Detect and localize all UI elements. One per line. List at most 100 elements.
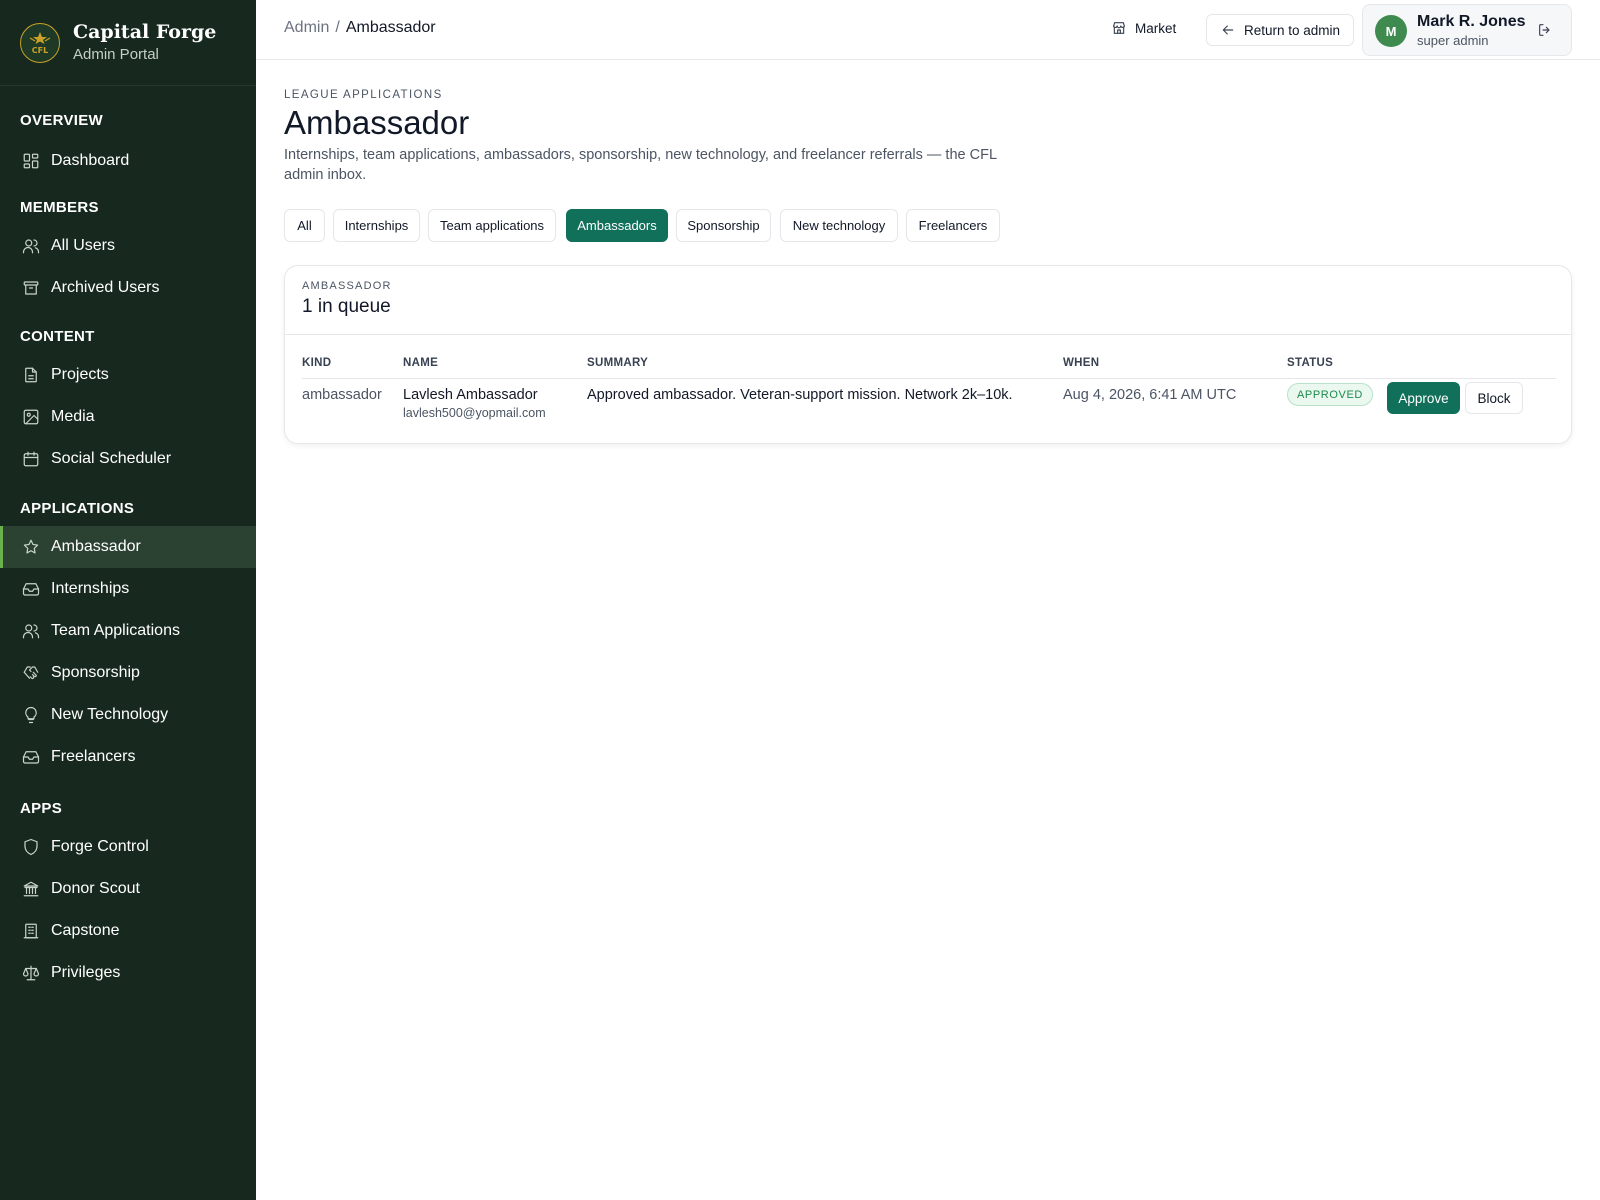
- brand-name: Capital Forge: [73, 21, 217, 43]
- tab-all[interactable]: All: [284, 209, 325, 242]
- tab-freelancers[interactable]: Freelancers: [906, 209, 1000, 242]
- sidebar-item-label: Ambassador: [51, 538, 141, 555]
- divider: [302, 378, 1556, 379]
- sidebar-item-label: Sponsorship: [51, 664, 140, 681]
- sidebar-item-label: Media: [51, 408, 95, 425]
- logout-icon[interactable]: [1537, 22, 1553, 43]
- sidebar-item-dashboard[interactable]: Dashboard: [0, 140, 256, 182]
- sidebar-item-label: New Technology: [51, 706, 169, 723]
- nav-section-overview: OVERVIEW: [20, 112, 103, 129]
- row-email: lavlesh500@yopmail.com: [403, 406, 546, 420]
- sidebar-item-label: Archived Users: [51, 279, 160, 296]
- sidebar-item-label: Donor Scout: [51, 880, 140, 897]
- column-header-name: NAME: [403, 357, 439, 369]
- svg-text:CFL: CFL: [32, 46, 48, 55]
- divider: [285, 334, 1571, 335]
- user-menu[interactable]: M Mark R. Jones super admin: [1362, 4, 1572, 56]
- sidebar-item-new-technology[interactable]: New Technology: [0, 694, 256, 736]
- sidebar-item-label: Social Scheduler: [51, 450, 172, 467]
- sidebar-item-projects[interactable]: Projects: [0, 354, 256, 396]
- breadcrumb-separator: /: [335, 19, 340, 36]
- status-badge: APPROVED: [1287, 383, 1373, 406]
- arrow-left-icon: [1222, 25, 1234, 35]
- queue-eyebrow: AMBASSADOR: [302, 280, 392, 292]
- brand-logo: CFL: [20, 22, 60, 63]
- image-icon: [23, 409, 39, 425]
- lightbulb-icon: [25, 706, 37, 724]
- tab-ambassadors[interactable]: Ambassadors: [566, 209, 668, 242]
- sidebar-item-label: Freelancers: [51, 748, 136, 765]
- market-label: Market: [1135, 20, 1177, 36]
- sidebar-item-forge-control[interactable]: Forge Control: [0, 826, 256, 868]
- column-header-when: WHEN: [1063, 357, 1100, 369]
- column-header-kind: KIND: [302, 357, 332, 369]
- sidebar-item-label: Dashboard: [51, 152, 130, 169]
- page-description: Internships, team applications, ambassad…: [284, 147, 997, 183]
- nav-section-apps: APPS: [20, 800, 63, 817]
- row-when: Aug 4, 2026, 6:41 AM UTC: [1063, 387, 1237, 403]
- star-icon: [23, 539, 39, 554]
- queue-count: 1 in queue: [302, 296, 391, 317]
- breadcrumb-root[interactable]: Admin: [284, 19, 329, 37]
- bank-icon: [23, 881, 39, 897]
- queue-card: AMBASSADOR 1 in queue KIND NAME SUMMARY …: [284, 265, 1572, 444]
- sidebar-item-label: Projects: [51, 366, 109, 383]
- cfl-logo-icon: CFL: [29, 31, 51, 55]
- brand-subtitle: Admin Portal: [73, 46, 159, 63]
- building-icon: [23, 923, 39, 939]
- column-header-summary: SUMMARY: [587, 357, 649, 369]
- document-icon: [25, 367, 37, 383]
- sidebar: CFL Capital Forge Admin Portal OVERVIEW …: [0, 0, 256, 1200]
- return-label: Return to admin: [1244, 22, 1341, 38]
- return-to-admin-button[interactable]: Return to admin: [1206, 14, 1355, 46]
- tab-new-technology[interactable]: New technology: [780, 209, 898, 242]
- breadcrumb: Admin / Ambassador: [284, 19, 436, 37]
- block-button[interactable]: Block: [1465, 382, 1523, 414]
- topbar: Admin / Ambassador Market Return to admi…: [256, 0, 1600, 60]
- sidebar-item-label: Team Applications: [51, 622, 180, 639]
- sidebar-item-label: Privileges: [51, 964, 121, 981]
- sidebar-item-team-applications[interactable]: Team Applications: [0, 610, 256, 652]
- sidebar-item-label: All Users: [51, 237, 116, 254]
- sidebar-item-media[interactable]: Media: [0, 396, 256, 438]
- shield-icon: [24, 838, 38, 856]
- sidebar-item-ambassador[interactable]: Ambassador: [0, 526, 256, 568]
- user-role: super admin: [1417, 33, 1489, 48]
- scale-icon: [22, 965, 40, 981]
- row-summary: Approved ambassador. Veteran-support mis…: [587, 387, 1013, 403]
- sidebar-item-internships[interactable]: Internships: [0, 568, 256, 610]
- brand: CFL Capital Forge Admin Portal: [0, 0, 256, 86]
- user-name: Mark R. Jones: [1417, 13, 1526, 30]
- page-title: Ambassador: [284, 104, 470, 141]
- calendar-icon: [23, 451, 39, 467]
- column-header-status: STATUS: [1287, 357, 1334, 369]
- sidebar-item-donor-scout[interactable]: Donor Scout: [0, 868, 256, 910]
- page-eyebrow: LEAGUE APPLICATIONS: [284, 89, 443, 101]
- sidebar-item-all-users[interactable]: All Users: [0, 225, 256, 267]
- market-link[interactable]: Market: [1111, 20, 1176, 36]
- sidebar-item-sponsorship[interactable]: Sponsorship: [0, 652, 256, 694]
- approve-button[interactable]: Approve: [1387, 382, 1460, 414]
- sidebar-item-label: Forge Control: [51, 838, 149, 855]
- tab-internships[interactable]: Internships: [333, 209, 420, 242]
- store-icon: [1113, 22, 1125, 34]
- row-kind: ambassador: [302, 387, 382, 403]
- row-name: Lavlesh Ambassador: [403, 387, 538, 403]
- inbox-icon: [22, 751, 40, 764]
- handshake-icon: [23, 666, 39, 680]
- nav-section-applications: APPLICATIONS: [20, 500, 135, 517]
- sidebar-item-archived-users[interactable]: Archived Users: [0, 267, 256, 309]
- archive-icon: [23, 281, 39, 295]
- sidebar-item-label: Internships: [51, 580, 130, 597]
- sidebar-item-capstone[interactable]: Capstone: [0, 910, 256, 952]
- sidebar-item-label: Capstone: [51, 922, 120, 939]
- inbox-icon: [22, 583, 40, 596]
- sidebar-item-freelancers[interactable]: Freelancers: [0, 736, 256, 778]
- tab-sponsorship[interactable]: Sponsorship: [676, 209, 771, 242]
- users-icon: [22, 624, 40, 639]
- sidebar-item-privileges[interactable]: Privileges: [0, 952, 256, 994]
- nav-section-members: MEMBERS: [20, 199, 99, 216]
- dashboard-icon: [23, 153, 39, 169]
- sidebar-item-social-scheduler[interactable]: Social Scheduler: [0, 438, 256, 480]
- tab-team-applications[interactable]: Team applications: [428, 209, 556, 242]
